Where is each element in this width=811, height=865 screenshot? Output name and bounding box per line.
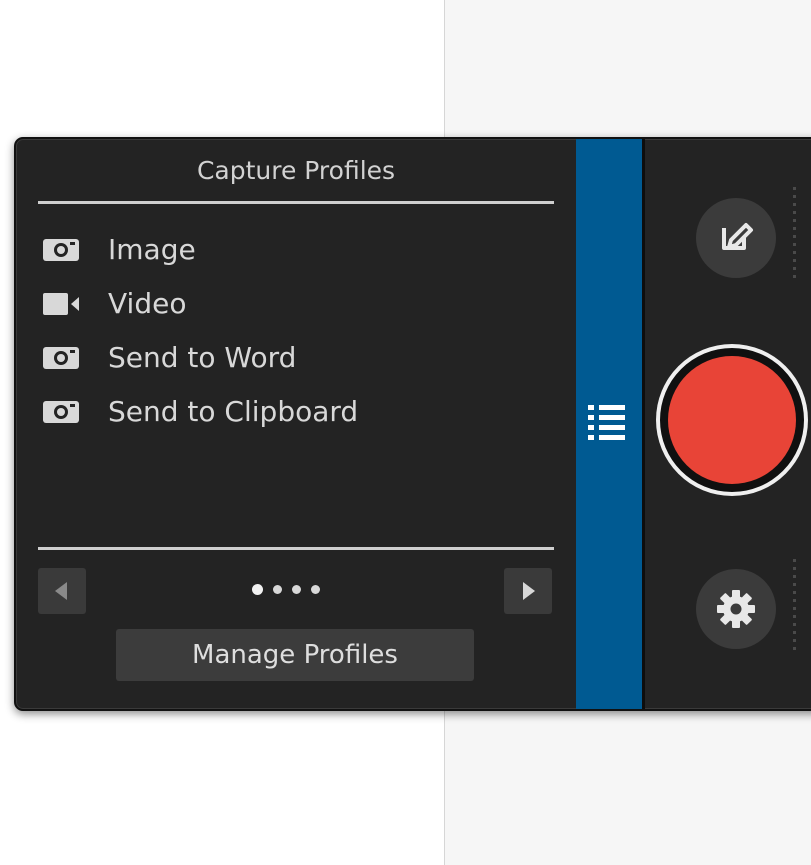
record-button[interactable] — [656, 344, 808, 496]
panel-title: Capture Profiles — [196, 156, 396, 185]
next-page-button[interactable] — [504, 568, 552, 614]
profile-item-video[interactable]: Video — [38, 277, 538, 331]
profile-label: Send to Word — [108, 341, 297, 374]
camera-icon — [38, 223, 84, 277]
panel-divider — [642, 139, 645, 709]
capture-widget: Capture Profiles Image Video Send to Wor… — [14, 137, 811, 711]
page-dot[interactable] — [273, 585, 282, 594]
camera-icon — [38, 385, 84, 439]
page-dot[interactable] — [311, 585, 320, 594]
profile-item-send-to-clipboard[interactable]: Send to Clipboard — [38, 385, 538, 439]
page-dot[interactable] — [292, 585, 301, 594]
settings-button[interactable] — [696, 569, 776, 649]
title-divider — [38, 201, 554, 204]
profile-label: Video — [108, 287, 187, 320]
list-icon[interactable] — [588, 405, 634, 441]
drag-handle[interactable] — [793, 559, 803, 655]
page-indicator — [252, 584, 320, 595]
edit-button[interactable] — [696, 198, 776, 278]
profile-label: Send to Clipboard — [108, 395, 359, 428]
previous-page-button[interactable] — [38, 568, 86, 614]
camera-icon — [38, 331, 84, 385]
page-dot-active[interactable] — [252, 584, 263, 595]
profile-item-image[interactable]: Image — [38, 223, 538, 277]
profiles-tab[interactable] — [576, 139, 642, 709]
manage-profiles-button[interactable]: Manage Profiles — [116, 629, 474, 681]
footer-divider — [38, 547, 554, 550]
record-icon — [668, 356, 796, 484]
gear-icon — [717, 590, 755, 628]
profile-label: Image — [108, 233, 196, 266]
chevron-left-icon — [55, 582, 67, 600]
drag-handle[interactable] — [793, 187, 803, 283]
chevron-right-icon — [523, 582, 535, 600]
profile-item-send-to-word[interactable]: Send to Word — [38, 331, 538, 385]
profile-list: Image Video Send to Word Send to Clipboa… — [38, 223, 538, 439]
video-camera-icon — [38, 277, 84, 331]
edit-icon — [722, 223, 753, 250]
